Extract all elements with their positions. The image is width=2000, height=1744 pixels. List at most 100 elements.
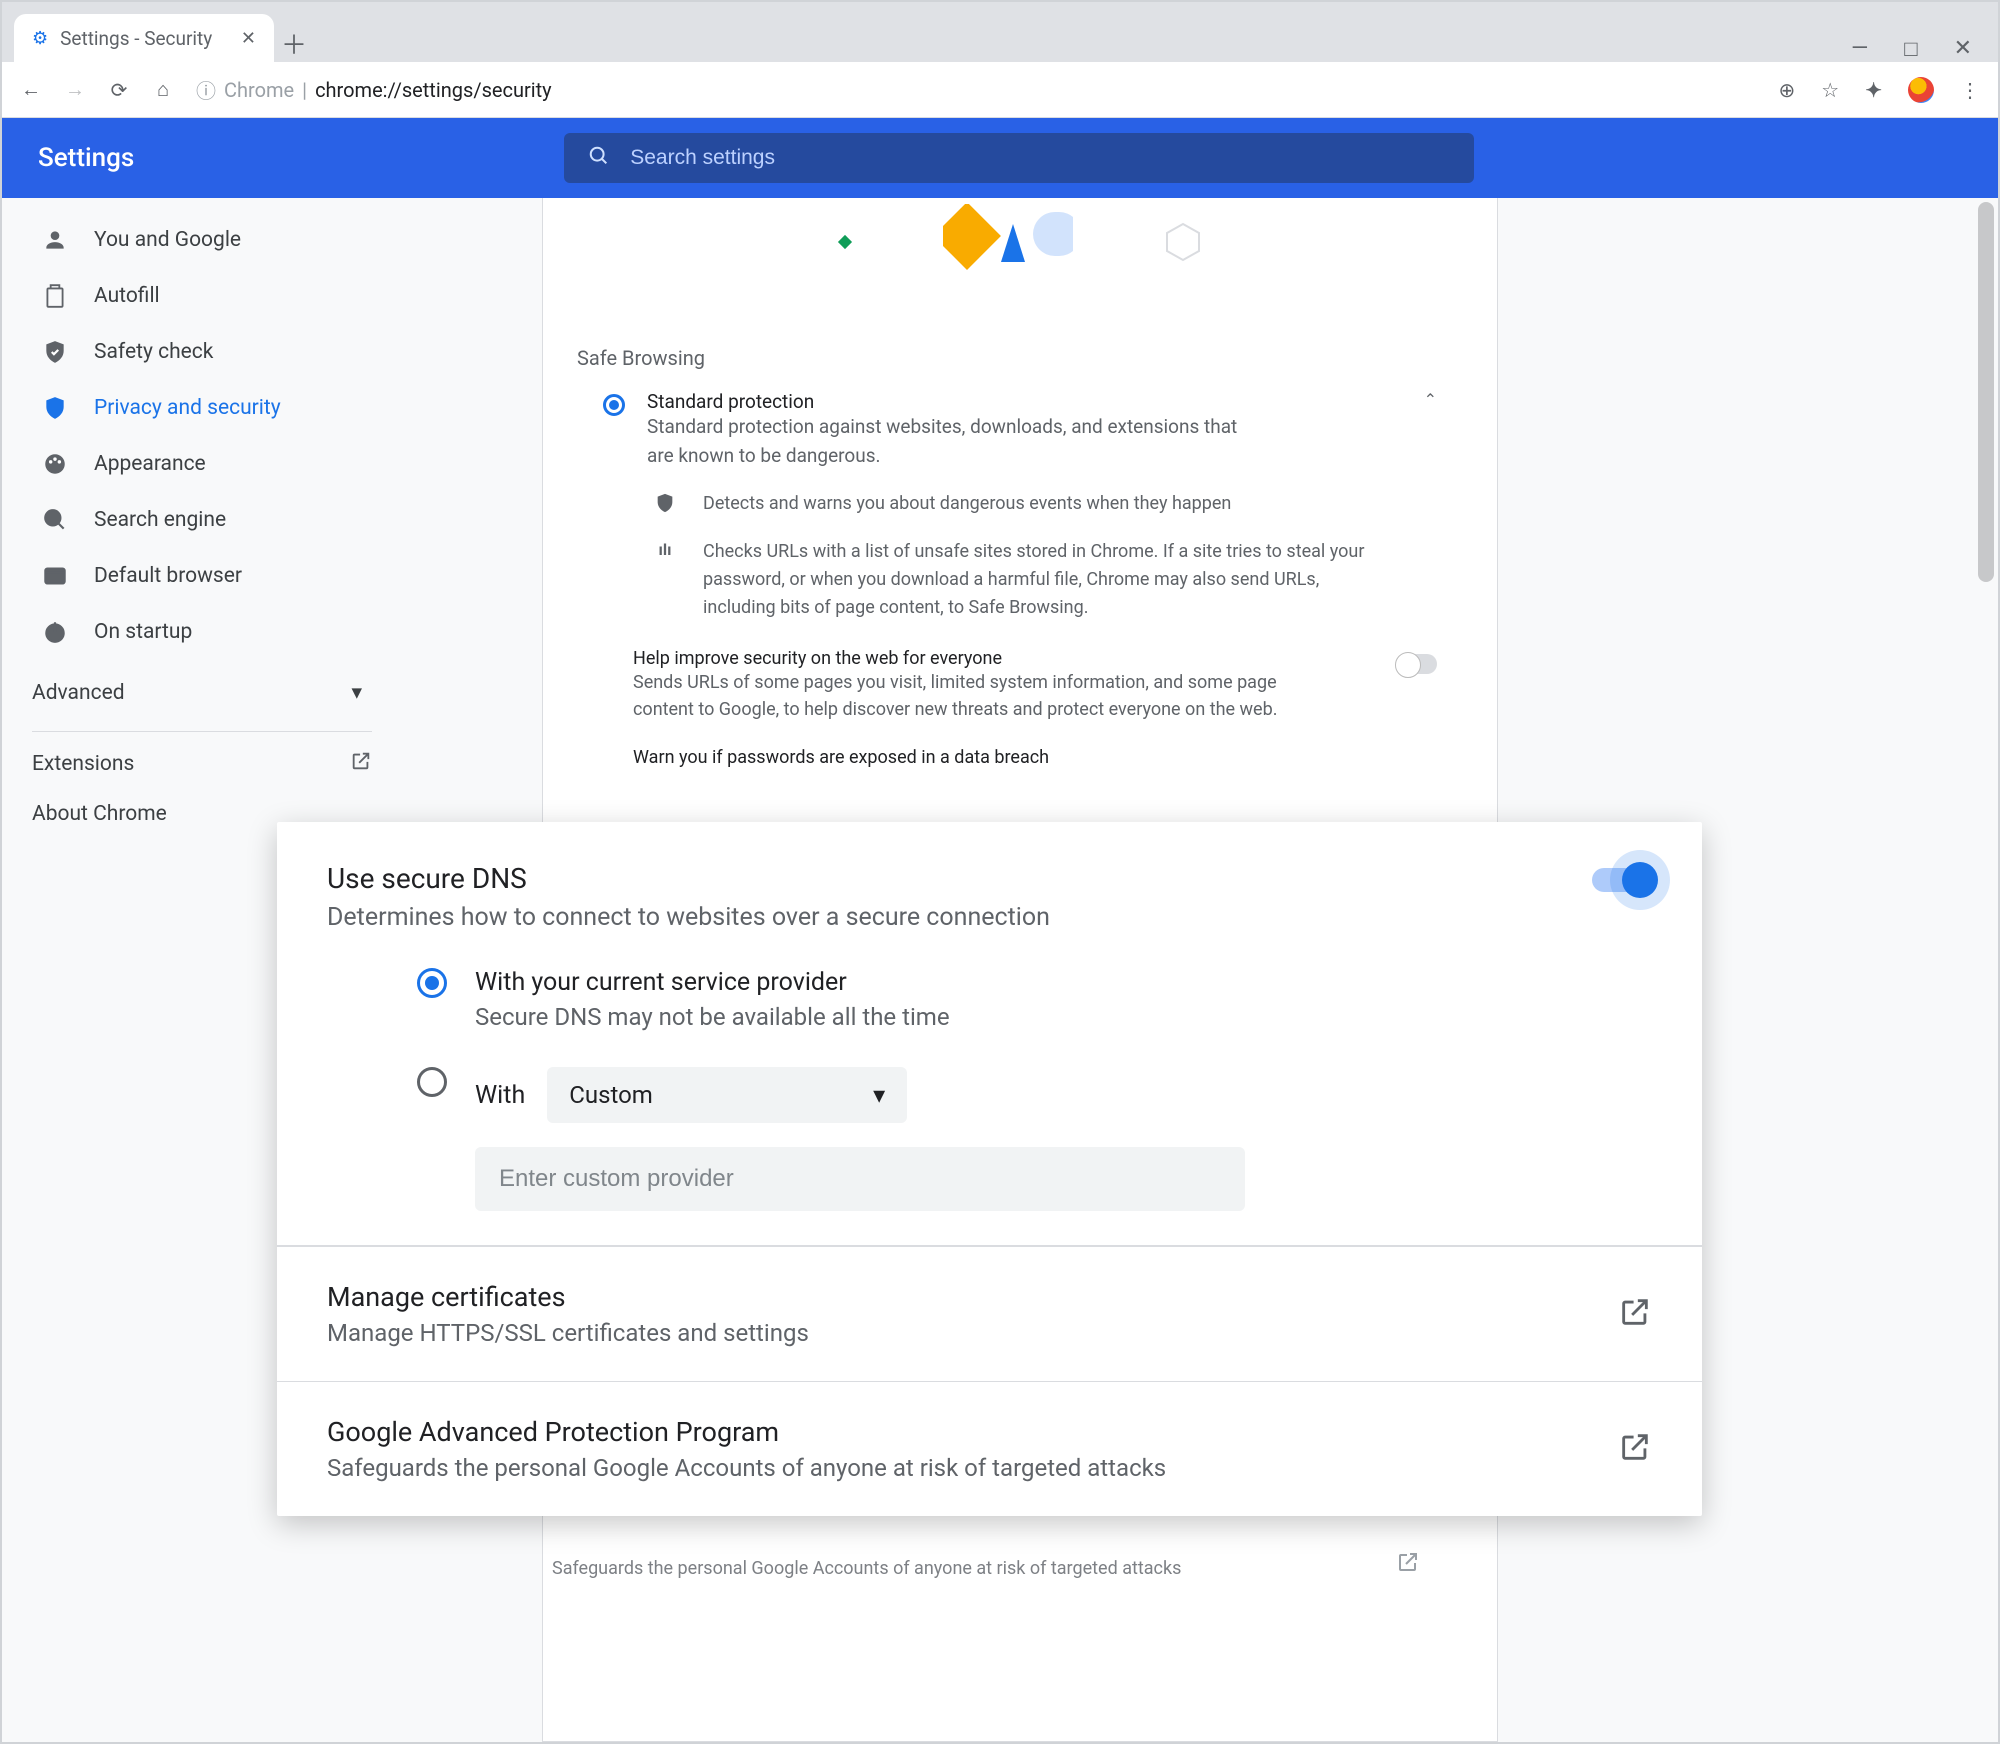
- chevron-down-icon: ▾: [873, 1081, 885, 1109]
- help-improve-toggle[interactable]: [1397, 654, 1437, 674]
- secure-dns-toggle[interactable]: [1592, 868, 1652, 892]
- gapp-desc: Safeguards the personal Google Accounts …: [327, 1454, 1166, 1482]
- sidebar-item-you-and-google[interactable]: You and Google: [2, 212, 402, 268]
- shield-small-icon: [653, 490, 677, 518]
- certs-desc: Manage HTTPS/SSL certificates and settin…: [327, 1319, 809, 1347]
- gear-icon: ⚙: [32, 28, 48, 49]
- magnifier-icon: [42, 507, 68, 533]
- zoom-icon[interactable]: ⊕: [1779, 78, 1796, 102]
- dns-opt1-title: With your current service provider: [475, 968, 950, 997]
- omnibox[interactable]: ⓘ Chrome | chrome://settings/security: [196, 75, 552, 104]
- manage-certificates-row[interactable]: Manage certificates Manage HTTPS/SSL cer…: [277, 1246, 1702, 1381]
- shapes-icon: [943, 204, 1073, 274]
- url-scheme: Chrome: [224, 78, 294, 102]
- gapp-title: Google Advanced Protection Program: [327, 1416, 1166, 1448]
- tab-strip: ⚙ Settings - Security ✕ ＋ — □ ✕: [2, 2, 1998, 62]
- sidebar-label: Safety check: [94, 340, 213, 364]
- radio-current-provider[interactable]: [417, 968, 447, 998]
- help-improve-row: Help improve security on the web for eve…: [543, 622, 1497, 723]
- forward-icon[interactable]: →: [64, 77, 86, 102]
- sidebar-item-privacy-security[interactable]: Privacy and security: [2, 380, 402, 436]
- sidebar-advanced-label: Advanced: [32, 681, 125, 705]
- person-icon: [42, 227, 68, 253]
- hero-graphic: [543, 198, 1497, 286]
- tab-title: Settings - Security: [60, 27, 212, 50]
- browser-icon: [42, 563, 68, 589]
- bookmark-icon[interactable]: ☆: [1821, 78, 1839, 102]
- settings-search[interactable]: [564, 133, 1474, 183]
- help-improve-desc: Sends URLs of some pages you visit, limi…: [633, 669, 1293, 723]
- sidebar-label: Appearance: [94, 452, 206, 476]
- url-path: chrome://settings/security: [315, 78, 552, 102]
- hexagon-icon: [1163, 222, 1203, 262]
- maximize-icon[interactable]: □: [1904, 36, 1917, 62]
- menu-icon[interactable]: ⋮: [1960, 78, 1980, 102]
- settings-header: Settings: [2, 118, 1998, 198]
- browser-window: ⚙ Settings - Security ✕ ＋ — □ ✕ ← → ⟳ ⌂ …: [0, 0, 2000, 1744]
- back-icon[interactable]: ←: [20, 77, 42, 102]
- advanced-protection-row[interactable]: Google Advanced Protection Program Safeg…: [277, 1381, 1702, 1516]
- page-scrollbar[interactable]: [1978, 202, 1994, 582]
- shield-check-icon: [42, 339, 68, 365]
- launch-icon: [1618, 1295, 1652, 1333]
- warn-password-breach: Warn you if passwords are exposed in a d…: [543, 723, 1497, 768]
- secure-dns-overlay: Use secure DNS Determines how to connect…: [277, 822, 1702, 1516]
- sidebar-item-on-startup[interactable]: On startup: [2, 604, 402, 660]
- sidebar-label: Privacy and security: [94, 396, 281, 420]
- feature-check-urls: ılı Checks URLs with a list of unsafe si…: [543, 518, 1497, 622]
- sidebar-advanced[interactable]: Advanced ▾: [2, 660, 402, 725]
- close-tab-icon[interactable]: ✕: [241, 28, 256, 49]
- sidebar-label: Search engine: [94, 508, 226, 532]
- power-icon: [42, 619, 68, 645]
- sidebar-extensions[interactable]: Extensions: [2, 738, 402, 790]
- home-icon[interactable]: ⌂: [152, 77, 174, 102]
- diamond-icon: [837, 234, 853, 250]
- dns-option-custom[interactable]: With Custom ▾: [327, 1031, 1652, 1123]
- settings-search-input[interactable]: [628, 145, 1450, 171]
- help-improve-title: Help improve security on the web for eve…: [633, 648, 1293, 669]
- dns-provider-dropdown[interactable]: Custom ▾: [547, 1067, 907, 1123]
- secure-dns-title: Use secure DNS: [327, 862, 1050, 895]
- sidebar-item-default-browser[interactable]: Default browser: [2, 548, 402, 604]
- dns-opt2-title: With: [475, 1081, 525, 1110]
- bars-icon: ılı: [653, 538, 677, 559]
- profile-avatar[interactable]: [1908, 77, 1934, 103]
- new-tab-button[interactable]: ＋: [274, 25, 314, 62]
- sidebar-label: You and Google: [94, 228, 241, 252]
- radio-standard-protection[interactable]: [603, 394, 625, 416]
- sidebar-label: Autofill: [94, 284, 160, 308]
- window-controls: — □ ✕: [1825, 36, 1998, 62]
- divider: [32, 731, 372, 732]
- tab-settings-security[interactable]: ⚙ Settings - Security ✕: [14, 14, 274, 62]
- palette-icon: [42, 451, 68, 477]
- standard-protection-desc: Standard protection against websites, do…: [647, 413, 1267, 470]
- bg-adv-protection-sub: Safeguards the personal Google Accounts …: [552, 1558, 1181, 1579]
- minimize-icon[interactable]: —: [1851, 36, 1868, 62]
- section-safe-browsing: Safe Browsing: [543, 286, 1497, 370]
- site-info-icon[interactable]: ⓘ: [196, 75, 216, 104]
- standard-protection-block: Standard protection Standard protection …: [543, 370, 1497, 470]
- chevron-up-icon[interactable]: ⌃: [1424, 390, 1457, 409]
- custom-provider-input[interactable]: [475, 1147, 1245, 1211]
- shield-icon: [42, 395, 68, 421]
- launch-icon: [350, 750, 372, 778]
- sidebar-about-label: About Chrome: [32, 802, 167, 826]
- sidebar-label: Default browser: [94, 564, 242, 588]
- close-window-icon[interactable]: ✕: [1954, 36, 1972, 62]
- feature-detect-text: Detects and warns you about dangerous ev…: [703, 490, 1231, 518]
- reload-icon[interactable]: ⟳: [108, 78, 130, 102]
- sidebar-extensions-label: Extensions: [32, 752, 134, 776]
- secure-dns-desc: Determines how to connect to websites ov…: [327, 903, 1050, 932]
- chevron-down-icon: ▾: [351, 680, 362, 705]
- feature-detect: Detects and warns you about dangerous ev…: [543, 470, 1497, 518]
- sidebar-item-safety-check[interactable]: Safety check: [2, 324, 402, 380]
- extensions-icon[interactable]: ✦: [1865, 78, 1882, 102]
- url-sep: |: [302, 78, 307, 102]
- feature-check-text: Checks URLs with a list of unsafe sites …: [703, 538, 1383, 622]
- dns-dropdown-value: Custom: [569, 1081, 653, 1109]
- sidebar-item-autofill[interactable]: Autofill: [2, 268, 402, 324]
- sidebar-item-appearance[interactable]: Appearance: [2, 436, 402, 492]
- dns-option-current-provider[interactable]: With your current service provider Secur…: [327, 932, 1652, 1031]
- radio-custom-provider[interactable]: [417, 1067, 447, 1097]
- sidebar-item-search-engine[interactable]: Search engine: [2, 492, 402, 548]
